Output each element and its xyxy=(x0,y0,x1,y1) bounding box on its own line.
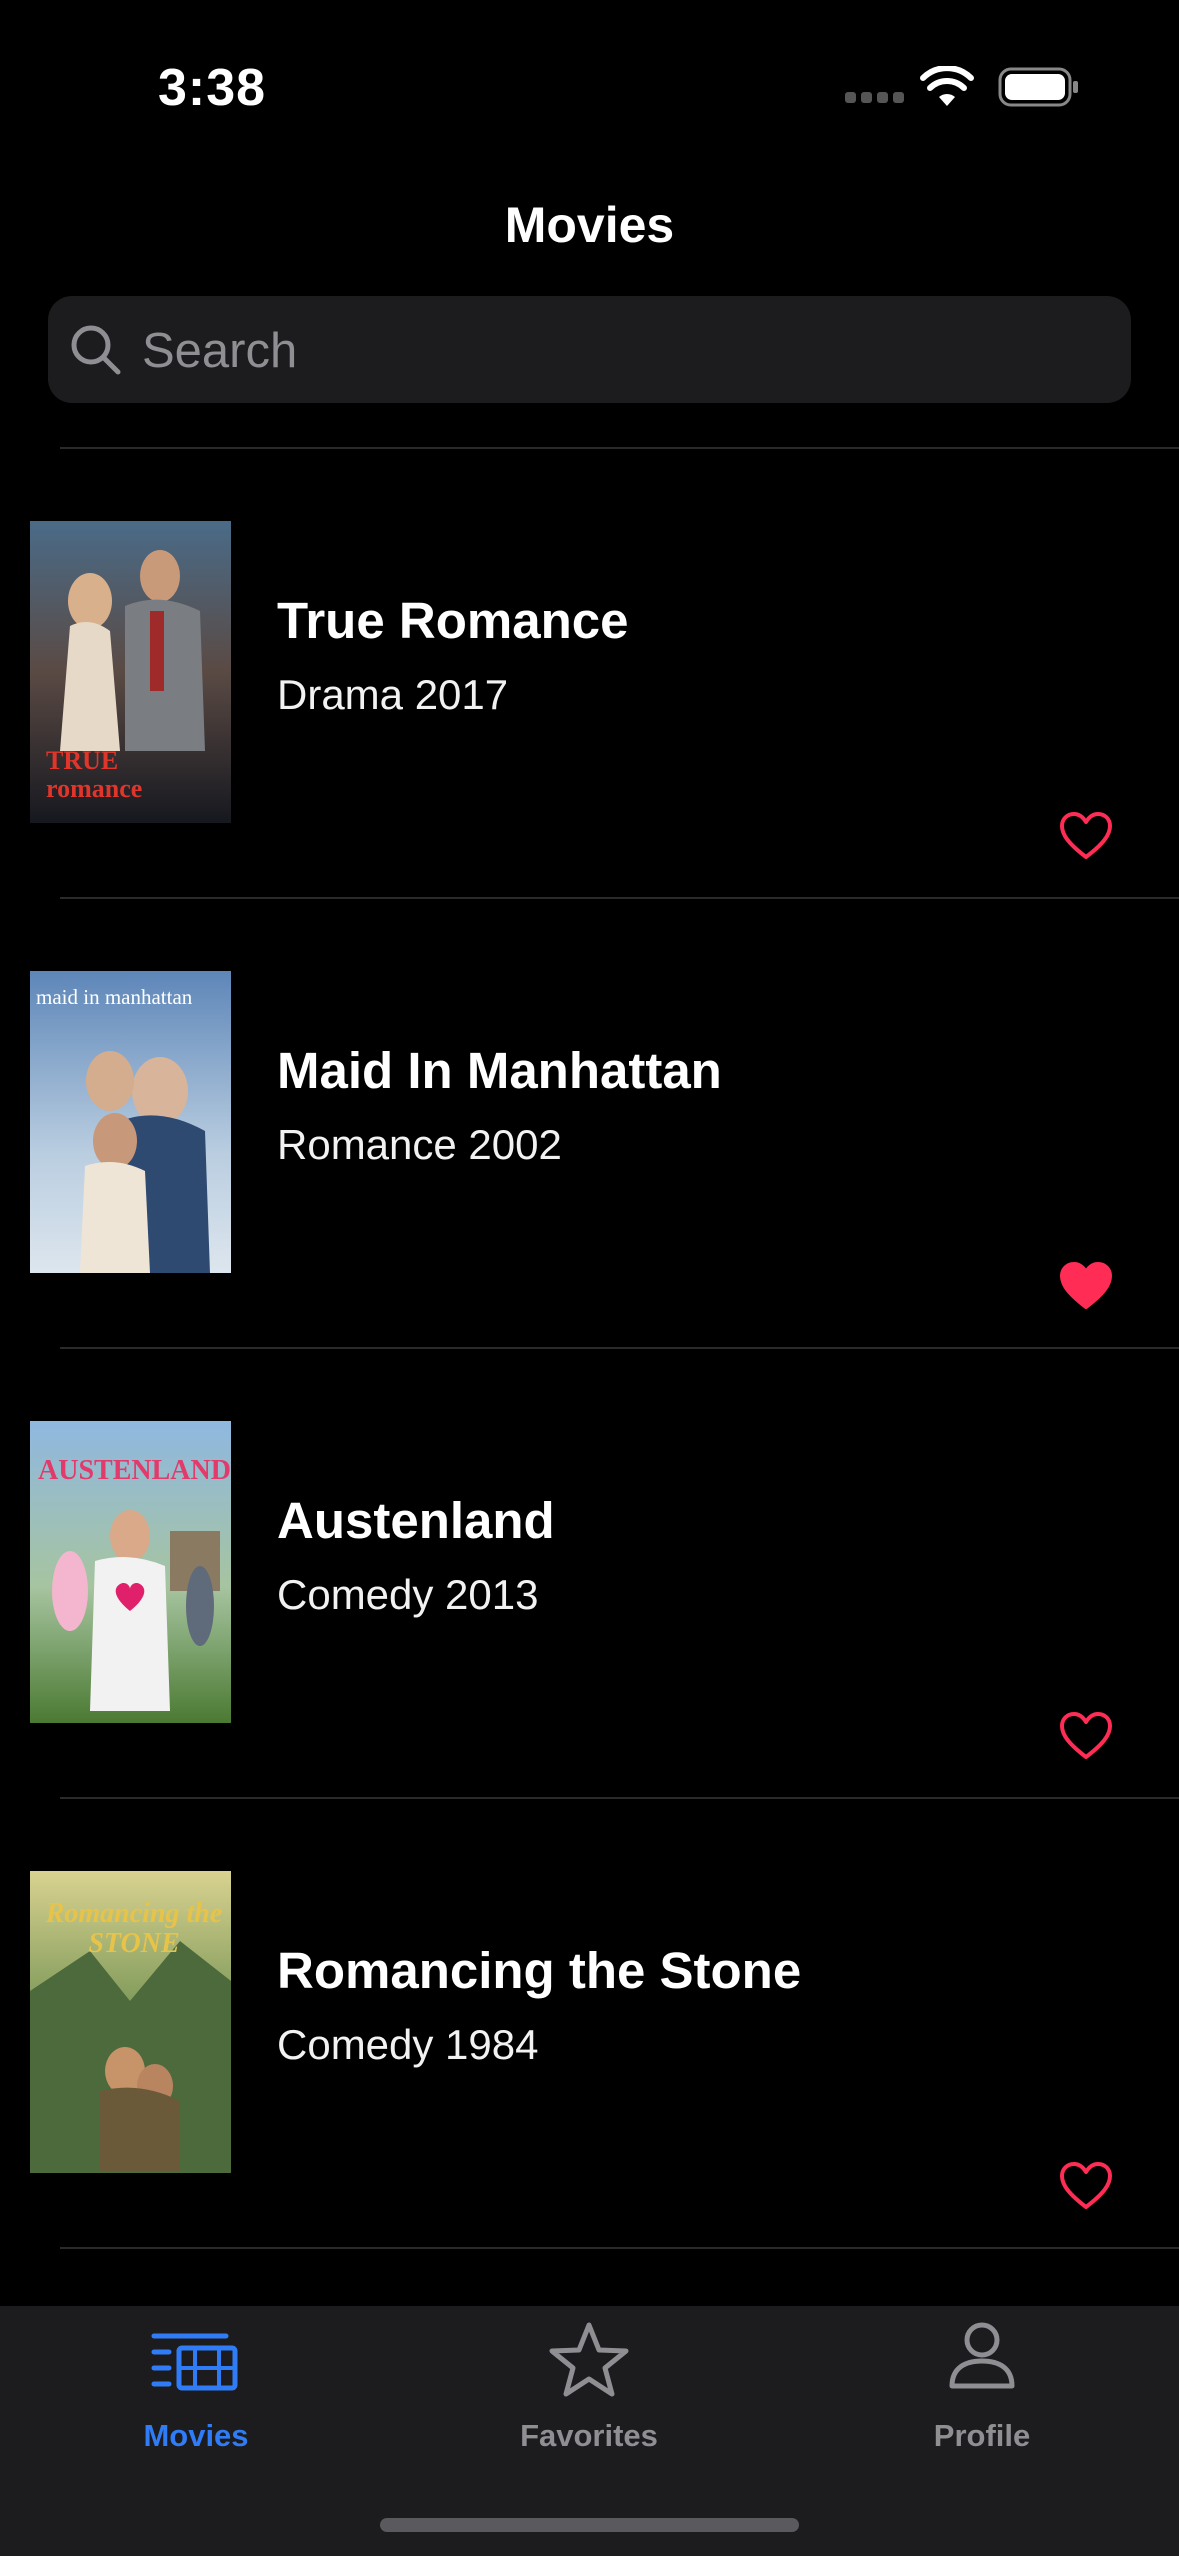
movie-poster: TRUE romance xyxy=(30,521,231,823)
tab-movies[interactable]: Movies xyxy=(46,2306,346,2466)
status-time: 3:38 xyxy=(158,59,267,117)
heart-outline-icon[interactable] xyxy=(1059,811,1113,861)
movie-poster: AUSTENLAND xyxy=(30,1421,231,1723)
tab-profile[interactable]: Profile xyxy=(832,2306,1132,2466)
heart-outline-icon[interactable] xyxy=(1059,2161,1113,2211)
tab-favorites[interactable]: Favorites xyxy=(439,2306,739,2466)
movie-poster: maid in manhattan xyxy=(30,971,231,1273)
star-icon xyxy=(549,2322,629,2397)
tab-label: Profile xyxy=(933,2418,1031,2453)
film-list-icon xyxy=(151,2333,238,2391)
wifi-icon xyxy=(920,66,974,106)
movie-subtitle: Drama 2017 xyxy=(277,671,509,718)
movie-row[interactable]: maid in manhattan Maid In Manhattan Roma… xyxy=(0,899,1179,1349)
page-title: Movies xyxy=(504,197,675,253)
tab-label: Movies xyxy=(143,2418,249,2453)
home-indicator[interactable] xyxy=(380,2518,799,2532)
movie-subtitle: Comedy 2013 xyxy=(277,1571,539,1618)
poster-title-text: maid in manhattan xyxy=(36,985,193,1009)
movie-subtitle: Romance 2002 xyxy=(277,1121,562,1168)
movie-title: Romancing the Stone xyxy=(277,1942,802,1999)
list-divider xyxy=(60,2247,1179,2249)
poster-title-text: Romancing the STONE xyxy=(45,1898,223,1959)
movie-subtitle: Comedy 1984 xyxy=(277,2021,539,2068)
movie-row[interactable]: TRUE romance True Romance Drama 2017 xyxy=(0,449,1179,899)
search-bar[interactable] xyxy=(48,296,1131,405)
heart-outline-icon[interactable] xyxy=(1059,1711,1113,1761)
person-icon xyxy=(949,2322,1015,2389)
search-input[interactable] xyxy=(140,296,1104,405)
status-bar: 3:38 xyxy=(0,0,1179,175)
movie-title: Austenland xyxy=(277,1492,555,1549)
poster-title-text: TRUE romance xyxy=(46,746,143,803)
search-icon xyxy=(71,325,121,375)
movie-title: True Romance xyxy=(277,592,629,649)
poster-title-text: AUSTENLAND xyxy=(38,1455,231,1486)
movie-poster: Romancing the STONE xyxy=(30,1871,231,2173)
movie-row[interactable]: AUSTENLAND Austenland Comedy 2013 xyxy=(0,1349,1179,1799)
movie-row[interactable]: Romancing the STONE Romancing the Stone … xyxy=(0,1799,1179,2249)
movie-title: Maid In Manhattan xyxy=(277,1042,722,1099)
heart-filled-icon[interactable] xyxy=(1059,1261,1113,1311)
battery-icon xyxy=(998,67,1078,107)
tab-label: Favorites xyxy=(520,2418,658,2453)
cellular-signal-icon xyxy=(845,92,905,106)
